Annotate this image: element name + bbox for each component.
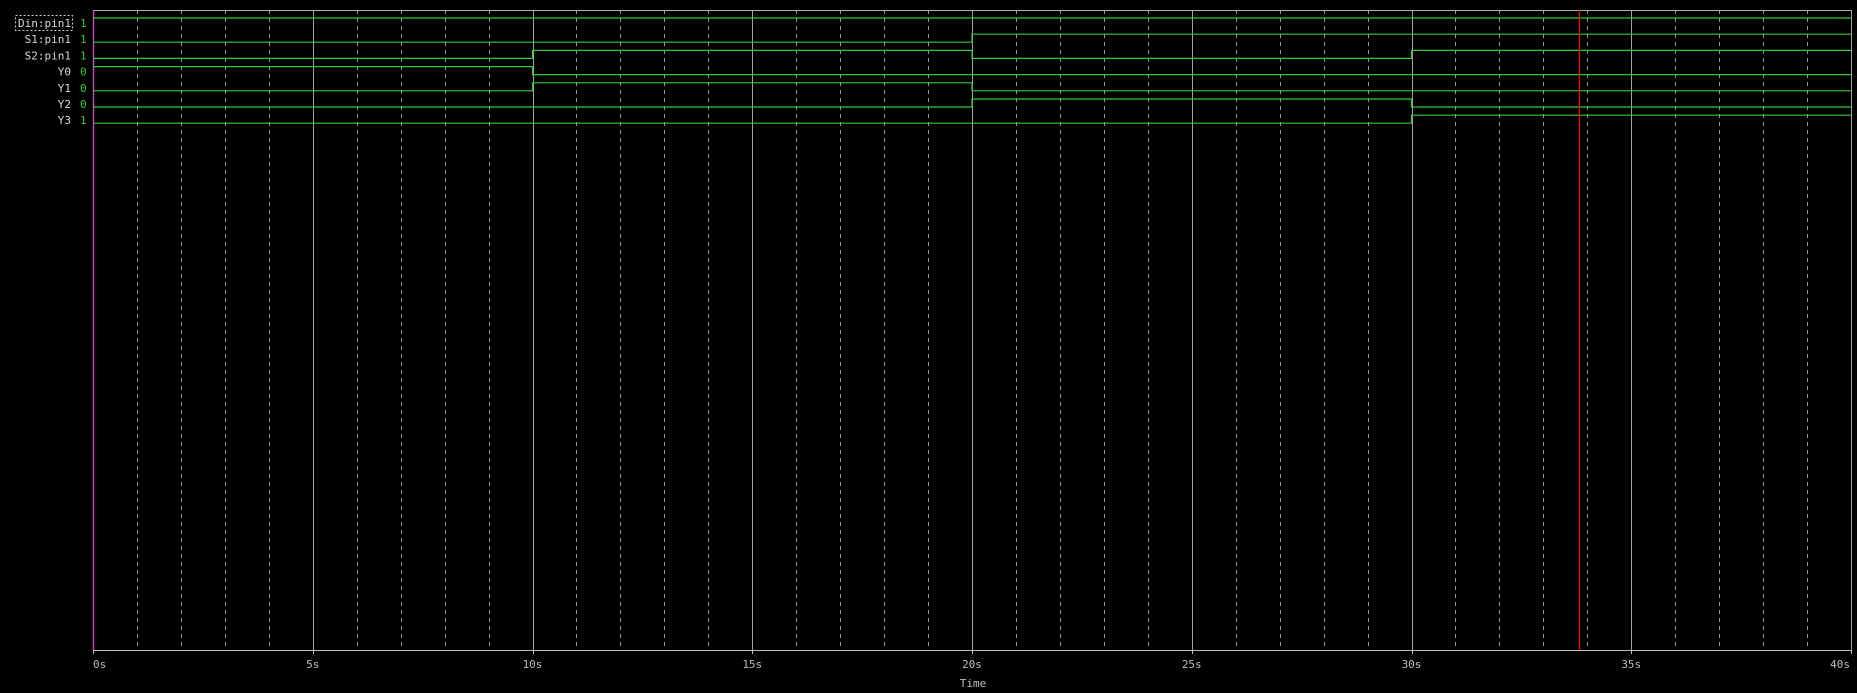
signal-value: 1 (80, 114, 87, 127)
x-tick-label: 25s (1182, 658, 1202, 671)
x-tick-label: 5s (306, 658, 319, 671)
waveform-viewer[interactable]: 0s 5s 10s 15s 20s 25s 30s 35s 40s Din:pin1 1 S1:pi… (0, 0, 1857, 693)
x-tick-label: 35s (1621, 658, 1641, 671)
signal-value: 0 (80, 82, 87, 95)
x-tick-label: 40s (1830, 658, 1850, 671)
signal-value: 1 (80, 33, 87, 46)
x-tick-label: 15s (742, 658, 762, 671)
signal-name[interactable]: Y3 (58, 114, 71, 127)
signal-name[interactable]: S1:pin1 (25, 33, 71, 46)
signal-name[interactable]: Din:pin1 (18, 17, 71, 30)
signal-value: 1 (80, 49, 87, 62)
x-tick-label: 20s (962, 658, 982, 671)
signal-name[interactable]: S2:pin1 (25, 49, 71, 62)
x-tick-label: 10s (523, 658, 543, 671)
x-axis-label: Time (960, 677, 987, 690)
signal-name[interactable]: Y2 (58, 98, 71, 111)
signal-value: 0 (80, 66, 87, 79)
x-tick-label: 30s (1402, 658, 1422, 671)
x-tick-label: 0s (93, 658, 106, 671)
signal-value: 1 (80, 17, 87, 30)
signal-name[interactable]: Y0 (58, 66, 71, 79)
signal-name[interactable]: Y1 (58, 82, 71, 95)
signal-value: 0 (80, 98, 87, 111)
